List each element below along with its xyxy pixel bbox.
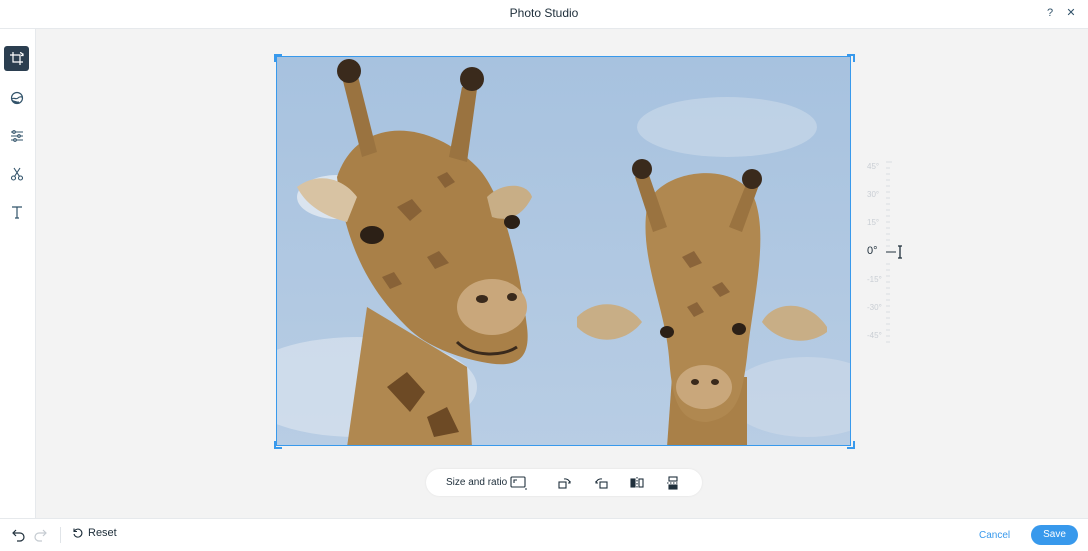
redo-icon	[34, 529, 47, 542]
ruler-label: 45°	[867, 162, 880, 171]
help-icon[interactable]: ?	[1042, 5, 1058, 21]
crop-handle-bottom-left[interactable]	[274, 441, 282, 449]
aspect-ratio-icon	[510, 476, 527, 490]
divider	[60, 527, 61, 543]
crop-toolbar: Size and ratio	[426, 469, 702, 496]
ruler-current-angle: 0°	[867, 245, 878, 257]
photo-crop-area[interactable]	[276, 56, 851, 446]
text-icon	[11, 205, 22, 219]
undo-icon	[12, 529, 25, 542]
filters-icon	[10, 91, 23, 104]
rotate-right-icon	[595, 478, 608, 489]
crop-handle-bottom-right[interactable]	[847, 441, 855, 449]
page-title: Photo Studio	[509, 6, 579, 20]
ruler-label: 30°	[867, 190, 880, 199]
size-ratio-label[interactable]: Size and ratio	[446, 477, 507, 488]
bottom-bar: Reset Cancel Save	[0, 518, 1088, 551]
ruler-label: -45°	[867, 331, 882, 340]
ruler-label: 15°	[867, 218, 880, 227]
flip-vertical-button[interactable]	[664, 474, 682, 492]
filters-tool-button[interactable]	[4, 85, 29, 110]
cancel-button[interactable]: Cancel	[979, 530, 1010, 541]
rotation-ruler[interactable]: 45° 30° 15° 0° -15° -30° -45°	[862, 160, 902, 350]
close-icon[interactable]: ✕	[1063, 5, 1079, 21]
flip-vertical-icon	[667, 476, 679, 490]
tool-sidebar	[0, 29, 36, 518]
undo-button[interactable]	[10, 527, 26, 543]
rotate-left-icon	[558, 478, 571, 489]
cutout-tool-button[interactable]	[4, 161, 29, 186]
reset-icon	[73, 528, 83, 538]
ruler-label: -15°	[867, 275, 882, 284]
adjust-tool-button[interactable]	[4, 123, 29, 148]
top-bar: Photo Studio ? ✕	[0, 0, 1088, 29]
ruler-label: -30°	[867, 303, 882, 312]
reset-button[interactable]: Reset	[72, 527, 117, 539]
flip-horizontal-button[interactable]	[628, 474, 646, 492]
crop-handle-top-right[interactable]	[847, 54, 855, 62]
text-tool-button[interactable]	[4, 199, 29, 224]
save-button[interactable]: Save	[1031, 525, 1078, 545]
rotate-right-button[interactable]	[592, 474, 610, 492]
crop-rotate-tool-button[interactable]	[4, 46, 29, 71]
reset-label: Reset	[88, 527, 117, 539]
aspect-ratio-button[interactable]	[510, 474, 528, 492]
redo-button[interactable]	[33, 527, 49, 543]
crop-rotate-icon	[9, 51, 24, 65]
giraffes-photo	[277, 57, 850, 445]
scissors-icon	[10, 167, 23, 181]
rotate-left-button[interactable]	[556, 474, 574, 492]
sliders-icon	[10, 129, 23, 142]
crop-handle-top-left[interactable]	[274, 54, 282, 62]
flip-horizontal-icon	[630, 477, 644, 489]
